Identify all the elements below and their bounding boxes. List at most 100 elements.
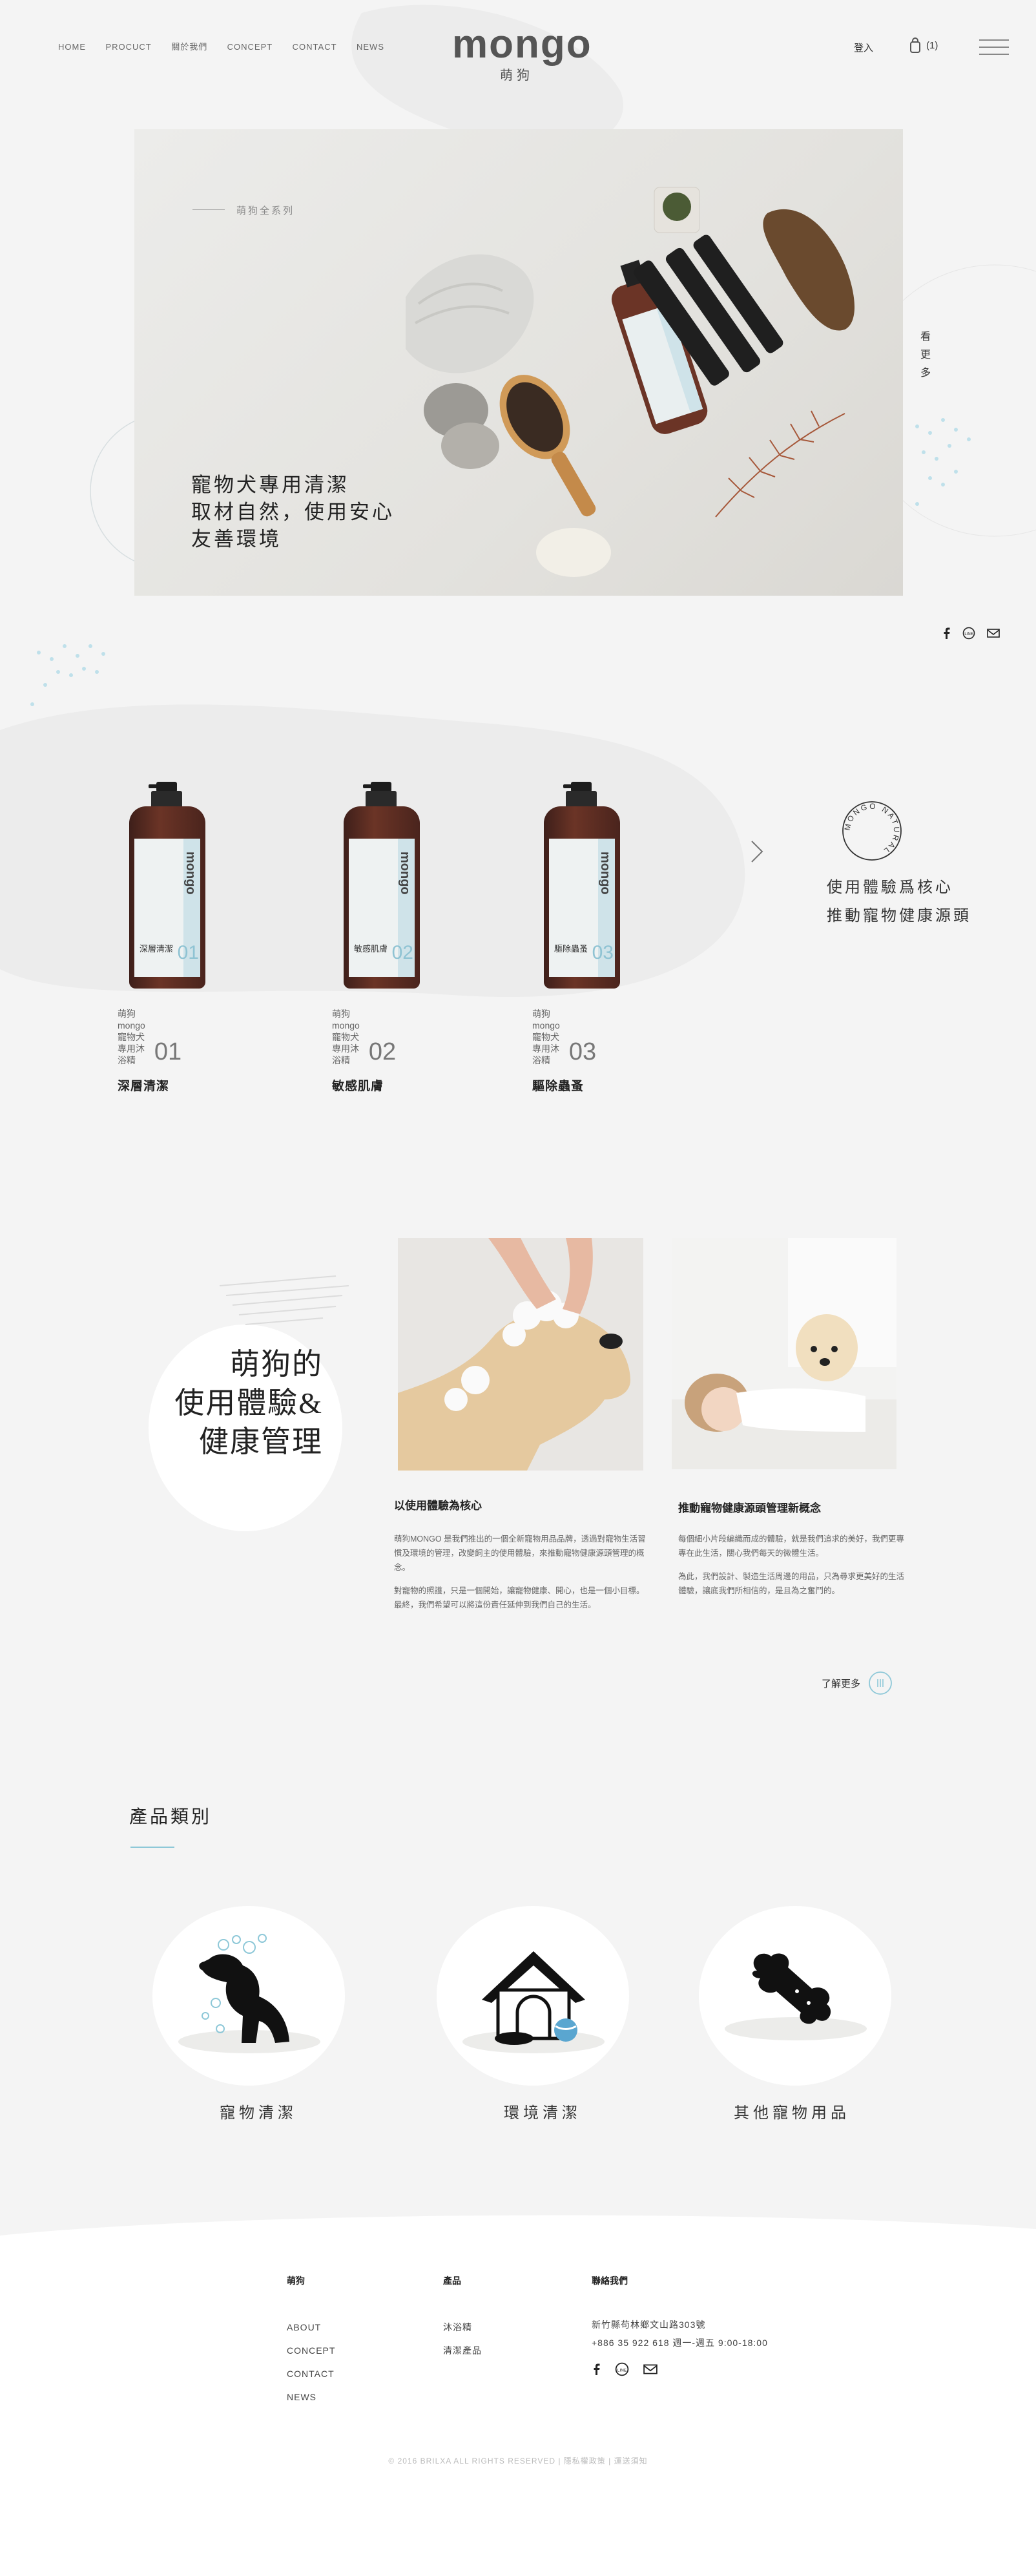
house-sign-text: mongo — [521, 1978, 546, 1987]
hero-title-line-2: 取材自然，使用安心 — [191, 501, 395, 523]
product-desc: 寵物犬專用沐浴精 — [332, 1032, 359, 1065]
footer-col-products: 產品 沐浴精 清潔產品 — [443, 2274, 482, 2362]
product-number: 02 — [368, 1038, 397, 1065]
product-card-1[interactable]: 萌狗mongo 寵物犬專用沐浴精 01 深層清潔 — [118, 1008, 181, 1094]
nav-product[interactable]: PROCUCT — [105, 42, 151, 52]
bottle-brand: mongo — [183, 852, 198, 895]
line-icon[interactable]: LINE — [615, 2362, 629, 2376]
learn-more-label: 了解更多 — [822, 1678, 861, 1690]
card-paragraph: 對寵物的照護，只是一個開始，讓寵物健康、開心，也是一個小目標。最終，我們希望可以… — [394, 1586, 645, 1609]
learn-more-circle-icon — [869, 1671, 892, 1695]
dog-bath-photo — [398, 1238, 643, 1471]
footer-link-shampoo[interactable]: 沐浴精 — [443, 2316, 482, 2339]
footer-heading: 萌狗 — [287, 2277, 305, 2287]
categories-title-underline — [130, 1847, 174, 1848]
experience-title: 萌狗的 使用體驗& 健康管理 — [129, 1345, 323, 1461]
footer-link-concept[interactable]: CONCEPT — [287, 2339, 335, 2362]
bag-icon — [910, 37, 920, 53]
line-icon[interactable]: LINE — [962, 627, 975, 640]
chevron-right-icon[interactable] — [749, 839, 765, 864]
main-nav: HOME PROCUCT 關於我們 CONCEPT CONTACT NEWS — [58, 40, 401, 53]
bottle-label-name: 驅除蟲蚤 — [554, 944, 588, 954]
footer-phone: +886 35 922 618 週一-週五 9:00-18:00 — [592, 2338, 768, 2348]
product-brand: 萌狗mongo — [118, 1009, 145, 1031]
category-label-pet-cleaning[interactable]: 寵物清潔 — [220, 2100, 297, 2122]
product-card-3[interactable]: 萌狗mongo 寵物犬專用沐浴精 03 驅除蟲蚤 — [532, 1008, 596, 1094]
product-desc: 寵物犬專用沐浴精 — [532, 1032, 559, 1065]
experience-card-1: 以使用體驗為核心 萌狗MONGO 是我們推出的一個全新寵物用品品牌，透過對寵物生… — [394, 1496, 646, 1612]
bottle-label-name: 深層清潔 — [140, 944, 174, 954]
logo-wordmark: mongo — [452, 22, 592, 67]
facebook-icon[interactable] — [942, 627, 951, 639]
hero-title-line-3: 友善環境 — [191, 528, 282, 550]
hero-banner[interactable]: 萌狗全系列 寵物犬專用清潔 取材自然，使用安心 友善環境 — [134, 129, 903, 596]
category-label-other[interactable]: 其他寵物用品 — [734, 2100, 850, 2122]
footer-heading: 聯絡我們 — [592, 2277, 628, 2287]
copyright: © 2016 BRILXA ALL RIGHTS RESERVED | 隱私權政… — [388, 2456, 648, 2466]
product-name: 敏感肌膚 — [332, 1080, 384, 1093]
girl-puppy-photo — [672, 1238, 896, 1469]
nav-home[interactable]: HOME — [58, 42, 86, 52]
dog-bath-icon — [178, 1934, 320, 2053]
bottle-number: 03 — [592, 942, 614, 963]
product-bottle-1[interactable]: mongo 01 深層清潔 — [129, 782, 205, 989]
natural-tagline: 使用體驗爲核心 推動寵物健康源頭 — [827, 874, 971, 930]
hero-product-photo — [406, 187, 855, 577]
mail-icon[interactable] — [643, 2363, 658, 2375]
natural-line-1: 使用體驗爲核心 — [827, 879, 953, 896]
experience-title-line-3: 健康管理 — [199, 1425, 323, 1458]
card-paragraph: 萌狗MONGO 是我們推出的一個全新寵物用品品牌，透過對寵物生活習慣及環境的管理… — [394, 1534, 646, 1572]
experience-title-line-2: 使用體驗& — [174, 1387, 323, 1419]
menu-button[interactable] — [979, 34, 1009, 61]
card-paragraph: 為此，我們設計、製造生活周邊的用品，只為尋求更美好的生活體驗，讓底我們所相信的，… — [678, 1572, 905, 1595]
nav-news[interactable]: NEWS — [357, 42, 384, 52]
hero-tag: 萌狗全系列 — [236, 205, 295, 216]
mail-icon[interactable] — [987, 628, 1000, 638]
product-number: 01 — [154, 1038, 182, 1065]
natural-line-2: 推動寵物健康源頭 — [827, 908, 971, 925]
product-bottle-3[interactable]: mongo 03 驅除蟲蚤 — [544, 782, 620, 989]
product-number: 03 — [568, 1038, 597, 1065]
footer-heading: 產品 — [443, 2277, 461, 2287]
footer-link-about[interactable]: ABOUT — [287, 2316, 335, 2339]
experience-title-line-1: 萌狗的 — [230, 1348, 323, 1381]
nav-contact[interactable]: CONTACT — [293, 42, 337, 52]
bottle-number: 02 — [391, 942, 413, 963]
social-icons: LINE — [942, 627, 1000, 640]
bottle-number: 01 — [177, 942, 199, 963]
svg-text:LINE: LINE — [617, 2368, 627, 2372]
footer-link-news[interactable]: NEWS — [287, 2385, 335, 2409]
category-other-products[interactable] — [699, 1906, 891, 2086]
dog-house-icon: mongo — [462, 1951, 605, 2053]
product-brand: 萌狗mongo — [532, 1009, 560, 1031]
logo-subtitle: 萌狗 — [500, 68, 534, 83]
site-logo[interactable]: mongo 萌狗 — [452, 22, 592, 83]
cart-button[interactable]: (1) — [909, 37, 938, 53]
nav-about[interactable]: 關於我們 — [171, 42, 207, 52]
see-more-link[interactable]: 看更多 — [916, 331, 931, 385]
login-link[interactable]: 登入 — [854, 41, 873, 54]
natural-badge-icon: MONGO NATURAL — [842, 801, 902, 861]
product-bottle-2[interactable]: mongo 02 敏感肌膚 — [344, 782, 420, 989]
hero-title-line-1: 寵物犬專用清潔 — [191, 474, 349, 496]
card-title: 推動寵物健康源頭管理新概念 — [678, 1502, 821, 1514]
bone-icon — [725, 1953, 867, 2040]
category-pet-cleaning[interactable] — [152, 1906, 345, 2086]
category-label-home-cleaning[interactable]: 環境清潔 — [504, 2100, 581, 2122]
product-card-2[interactable]: 萌狗mongo 寵物犬專用沐浴精 02 敏感肌膚 — [332, 1008, 396, 1094]
footer-link-cleaning[interactable]: 清潔產品 — [443, 2339, 482, 2362]
svg-text:LINE: LINE — [964, 633, 973, 636]
category-home-cleaning[interactable]: mongo — [437, 1906, 629, 2086]
footer-link-contact[interactable]: CONTACT — [287, 2362, 335, 2385]
experience-card-2: 推動寵物健康源頭管理新概念 每個細小片段編織而成的體驗，就是我們追求的美好，我們… — [678, 1499, 904, 1598]
learn-more-button[interactable]: 了解更多 — [822, 1671, 893, 1695]
footer-col-mongo: 萌狗 ABOUT CONCEPT CONTACT NEWS — [287, 2274, 335, 2409]
bottle-brand: mongo — [598, 852, 612, 895]
product-name: 驅除蟲蚤 — [532, 1080, 585, 1093]
footer-address: 新竹縣苟林鄉文山路303號 — [592, 2319, 706, 2330]
product-brand: 萌狗mongo — [332, 1009, 360, 1031]
bottle-label-name: 敏感肌膚 — [354, 944, 388, 954]
facebook-icon[interactable] — [592, 2363, 601, 2376]
cart-count: (1) — [926, 39, 938, 51]
nav-concept[interactable]: CONCEPT — [227, 42, 273, 52]
